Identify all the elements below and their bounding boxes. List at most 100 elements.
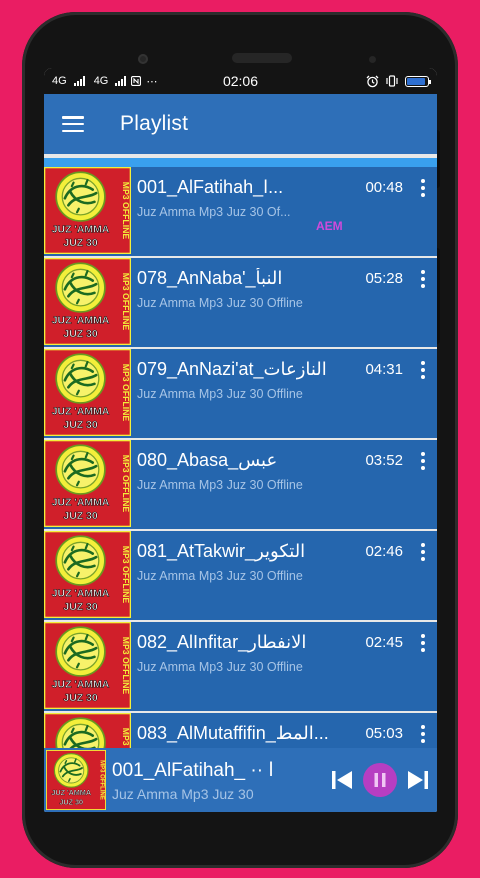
track-info: 080_Abasa_عبس 03:52 Juz Amma Mp3 Juz 30 … [131, 440, 409, 529]
pause-button[interactable] [363, 763, 397, 797]
more-options-icon[interactable] [409, 258, 437, 347]
track-row-7[interactable]: JUZ 'AMMA JUZ 30 MP3 OFFLINE 083_AlMutaf… [44, 713, 437, 748]
battery-fill [407, 77, 425, 85]
cover-text-line2: JUZ 30 [63, 329, 97, 340]
more-options-icon[interactable] [409, 622, 437, 711]
track-info: 078_AnNaba'_النبأ 05:28 Juz Amma Mp3 Juz… [131, 258, 409, 347]
track-info: 001_AlFatihah_ا... 00:48 Juz Amma Mp3 Ju… [131, 167, 409, 256]
status-left: 4G 4G ⋯ [52, 75, 157, 88]
player-cover-art: JUZ 'AMMA JUZ 30 MP3 OFFLINE [46, 750, 106, 810]
track-line: 081_AtTakwir_التكوير 02:46 [137, 541, 403, 562]
cover-text-line2: JUZ 30 [63, 238, 97, 249]
cover-text-line1: JUZ 'AMMA [52, 679, 110, 690]
track-title: 083_AlMutaffifin_المط... [137, 723, 329, 743]
album-cover-art: JUZ 'AMMA JUZ 30 MP3 OFFLINE [44, 440, 131, 527]
vibrate-icon [386, 75, 398, 87]
track-title: 081_AtTakwir_التكوير [137, 541, 306, 561]
player-track-title: 001_AlFatihah_ ·· ا [112, 759, 274, 781]
track-line: 079_AnNazi'at_النازعات 04:31 [137, 359, 403, 380]
track-duration: 02:45 [365, 634, 403, 651]
track-row-4[interactable]: JUZ 'AMMA JUZ 30 MP3 OFFLINE 080_Abasa_ع… [44, 440, 437, 531]
cover-text-line1: JUZ 'AMMA [52, 497, 110, 508]
track-subtitle: Juz Amma Mp3 Juz 30 Offline [137, 660, 303, 674]
app-bar: Playlist [44, 94, 437, 154]
track-title: 082_AlInfitar_الانفطار [137, 632, 307, 652]
track-badge: AEM [316, 219, 343, 233]
network-type-1: 4G [52, 75, 67, 87]
cover-text-side: MP3 OFFLINE [121, 182, 131, 240]
track-title: 001_AlFatihah_ا... [137, 177, 284, 197]
cover-text-side: MP3 OFFLINE [121, 546, 131, 604]
cover-text-line2: JUZ 30 [59, 798, 83, 807]
track-subtitle: Juz Amma Mp3 Juz 30 Offline [137, 387, 303, 401]
track-title: 079_AnNazi'at_النازعات [137, 359, 327, 379]
cover-text-side: MP3 OFFLINE [121, 728, 131, 748]
track-duration: 05:03 [365, 725, 403, 742]
track-subtitle: Juz Amma Mp3 Juz 30 Offline [137, 478, 303, 492]
more-options-icon[interactable] [409, 440, 437, 529]
track-line: 001_AlFatihah_ا... 00:48 [137, 177, 403, 198]
track-duration: 00:48 [365, 179, 403, 196]
earpiece-speaker [232, 53, 292, 63]
track-row-2[interactable]: JUZ 'AMMA JUZ 30 MP3 OFFLINE 078_AnNaba'… [44, 258, 437, 349]
track-line: 082_AlInfitar_الانفطار 02:45 [137, 632, 403, 653]
skip-next-icon [408, 771, 428, 789]
more-options-icon[interactable] [409, 167, 437, 256]
track-list: JUZ 'AMMA JUZ 30 MP3 OFFLINE 001_AlFatih… [44, 167, 437, 748]
mini-player[interactable]: JUZ 'AMMA JUZ 30 MP3 OFFLINE 001_AlFatih… [44, 748, 437, 812]
track-info: 082_AlInfitar_الانفطار 02:45 Juz Amma Mp… [131, 622, 409, 711]
track-info: 083_AlMutaffifin_المط... 05:03 Juz Amma … [131, 713, 409, 748]
status-right [366, 75, 431, 88]
cover-text-side: MP3 OFFLINE [121, 364, 131, 422]
hamburger-menu-icon[interactable] [62, 116, 84, 132]
track-row-1[interactable]: JUZ 'AMMA JUZ 30 MP3 OFFLINE 001_AlFatih… [44, 167, 437, 258]
skip-previous-icon [332, 771, 352, 789]
track-row-5[interactable]: JUZ 'AMMA JUZ 30 MP3 OFFLINE 081_AtTakwi… [44, 531, 437, 622]
cover-text-line1: JUZ 'AMMA [52, 224, 110, 235]
track-title: 078_AnNaba'_النبأ [137, 268, 283, 288]
track-subtitle: Juz Amma Mp3 Juz 30 Offline [137, 296, 303, 310]
device-screen: 4G 4G ⋯ 02:06 Playlist JUZ 'AMMA JUZ 30 … [44, 68, 437, 812]
track-info: 079_AnNazi'at_النازعات 04:31 Juz Amma Mp… [131, 349, 409, 438]
player-info[interactable]: 001_AlFatihah_ ·· ا Juz Amma Mp3 Juz 30 [106, 759, 331, 802]
track-info: 081_AtTakwir_التكوير 02:46 Juz Amma Mp3 … [131, 531, 409, 620]
front-camera [138, 54, 148, 64]
battery-icon [405, 75, 431, 87]
cover-text-side: MP3 OFFLINE [121, 273, 131, 331]
more-options-icon[interactable] [409, 531, 437, 620]
alarm-icon [366, 75, 379, 87]
track-line: 080_Abasa_عبس 03:52 [137, 450, 403, 471]
player-track-subtitle: Juz Amma Mp3 Juz 30 [112, 785, 254, 802]
album-cover-art: JUZ 'AMMA JUZ 30 MP3 OFFLINE [44, 622, 131, 709]
cover-text-line1: JUZ 'AMMA [52, 588, 110, 599]
pause-icon [374, 773, 386, 787]
track-title: 080_Abasa_عبس [137, 450, 278, 470]
cover-text-side: MP3 OFFLINE [99, 760, 105, 800]
track-duration: 04:31 [365, 361, 403, 378]
status-bar: 4G 4G ⋯ 02:06 [44, 68, 437, 94]
more-options-icon[interactable] [409, 713, 437, 748]
network-type-2: 4G [93, 75, 109, 87]
cover-text-line2: JUZ 30 [63, 602, 97, 613]
track-row-6[interactable]: JUZ 'AMMA JUZ 30 MP3 OFFLINE 082_AlInfit… [44, 622, 437, 713]
player-controls [331, 763, 437, 797]
cover-text-side: MP3 OFFLINE [121, 637, 131, 695]
previous-button[interactable] [331, 770, 353, 790]
signal-icon [115, 76, 127, 86]
album-cover-art: JUZ 'AMMA JUZ 30 MP3 OFFLINE [44, 167, 131, 254]
track-subtitle: Juz Amma Mp3 Juz 30 Of... [137, 205, 291, 219]
cover-text-line2: JUZ 30 [63, 693, 97, 704]
track-duration: 05:28 [365, 270, 403, 287]
album-cover-art: JUZ 'AMMA JUZ 30 MP3 OFFLINE [44, 713, 131, 748]
next-button[interactable] [407, 770, 429, 790]
cover-text-line2: JUZ 30 [63, 511, 97, 522]
track-row-3[interactable]: JUZ 'AMMA JUZ 30 MP3 OFFLINE 079_AnNazi'… [44, 349, 437, 440]
album-cover-art: JUZ 'AMMA JUZ 30 MP3 OFFLINE [44, 258, 131, 345]
cover-text-side: MP3 OFFLINE [121, 455, 131, 513]
album-cover-art: JUZ 'AMMA JUZ 30 MP3 OFFLINE [44, 349, 131, 436]
proximity-sensor [369, 56, 376, 63]
more-options-icon[interactable] [409, 349, 437, 438]
list-top-highlight [44, 158, 437, 167]
playlist[interactable]: JUZ 'AMMA JUZ 30 MP3 OFFLINE 001_AlFatih… [44, 154, 437, 748]
page-title: Playlist [120, 112, 189, 135]
